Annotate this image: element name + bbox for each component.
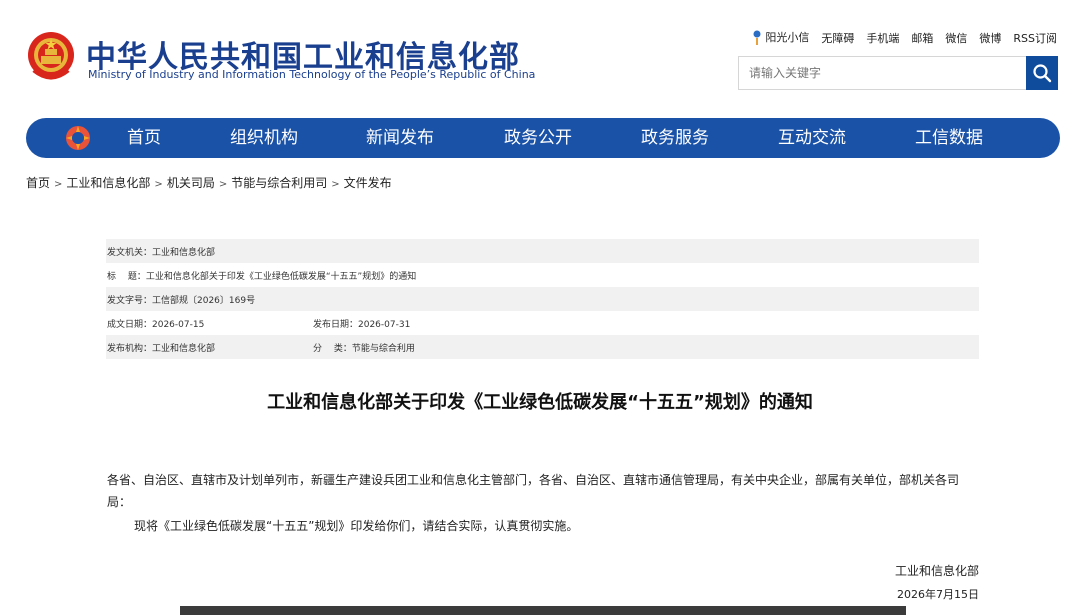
site-subtitle[interactable]: Ministry of Industry and Information Tec…	[88, 68, 535, 81]
attachment-viewer-toolbar[interactable]	[180, 606, 906, 615]
document-meta-table: 发文机关：工业和信息化部 标 题：工业和信息化部关于印发《工业绿色低碳发展“十五…	[106, 239, 979, 359]
article-title: 工业和信息化部关于印发《工业绿色低碳发展“十五五”规划》的通知	[267, 392, 813, 413]
meta-doc-no: 发文字号：工信部规〔2026〕169号	[107, 295, 256, 306]
search-input[interactable]	[739, 57, 1027, 89]
sunshine-mascot-icon	[753, 30, 761, 45]
breadcrumb-departments[interactable]: 机关司局	[167, 176, 215, 190]
breadcrumb-separator: >	[218, 179, 228, 190]
meta-publish-date: 发布日期：2026-07-31	[313, 319, 411, 330]
article-paragraph: 现将《工业绿色低碳发展“十五五”规划》印发给你们，请结合实际，认真贯彻实施。	[134, 519, 579, 533]
top-link-wechat[interactable]: 微信	[945, 30, 967, 46]
nav-item-home[interactable]: 首页	[118, 118, 170, 158]
breadcrumb: 首页 > 工业和信息化部 > 机关司局 > 节能与综合利用司 > 文件发布	[26, 174, 392, 191]
nav-item-organization[interactable]: 组织机构	[222, 118, 306, 158]
site-header: 中华人民共和国工业和信息化部 Ministry of Industry and …	[0, 0, 1080, 110]
meta-row-dates: 成文日期：2026-07-15 发布日期：2026-07-31	[106, 311, 979, 335]
nav-item-gov-services[interactable]: 政务服务	[633, 118, 717, 158]
breadcrumb-home[interactable]: 首页	[26, 176, 50, 190]
search-icon	[1033, 64, 1052, 83]
breadcrumb-separator: >	[331, 179, 340, 190]
nav-item-data[interactable]: 工信数据	[907, 118, 991, 158]
top-link-rss[interactable]: RSS订阅	[1013, 30, 1057, 46]
top-link-sunshine[interactable]: 阳光小信	[752, 29, 809, 46]
breadcrumb-department[interactable]: 节能与综合利用司	[231, 176, 327, 190]
national-emblem-icon[interactable]	[26, 30, 76, 84]
meta-row-title: 标 题：工业和信息化部关于印发《工业绿色低碳发展“十五五”规划》的通知	[106, 263, 979, 287]
top-link-accessibility[interactable]: 无障碍	[821, 30, 854, 46]
signature-date: 2026年7月15日	[897, 588, 979, 601]
article-body: 各省、自治区、直辖市及计划单列市，新疆生产建设兵团工业和信息化主管部门，各省、自…	[107, 469, 980, 537]
breadcrumb-separator: >	[54, 179, 63, 190]
breadcrumb-ministry[interactable]: 工业和信息化部	[66, 176, 150, 190]
nav-item-news[interactable]: 新闻发布	[358, 118, 442, 158]
top-link-label: 阳光小信	[765, 31, 810, 44]
article-salutation: 各省、自治区、直辖市及计划单列市，新疆生产建设兵团工业和信息化主管部门，各省、自…	[107, 473, 960, 509]
search-button[interactable]	[1026, 56, 1058, 90]
top-link-mobile[interactable]: 手机端	[866, 30, 899, 46]
meta-row-doc-no: 发文字号：工信部规〔2026〕169号	[106, 287, 979, 311]
meta-row-publisher: 发布机构：工业和信息化部 分 类：节能与综合利用	[106, 335, 979, 359]
meta-category: 分 类：节能与综合利用	[313, 343, 415, 354]
meta-title: 标 题：工业和信息化部关于印发《工业绿色低碳发展“十五五”规划》的通知	[107, 271, 417, 282]
meta-publisher: 发布机构：工业和信息化部	[107, 343, 216, 354]
nav-item-interaction[interactable]: 互动交流	[770, 118, 854, 158]
meta-issuer: 发文机关：工业和信息化部	[107, 247, 216, 258]
top-link-mail[interactable]: 邮箱	[911, 30, 933, 46]
nav-item-gov-affairs[interactable]: 政务公开	[496, 118, 580, 158]
main-nav: 首页 组织机构 新闻发布 政务公开 政务服务 互动交流 工信数据	[26, 118, 1060, 158]
miit-logo-icon[interactable]	[64, 124, 92, 152]
top-link-weibo[interactable]: 微博	[979, 30, 1001, 46]
meta-row-issuer: 发文机关：工业和信息化部	[106, 239, 979, 263]
meta-written-date: 成文日期：2026-07-15	[107, 319, 205, 330]
breadcrumb-separator: >	[154, 179, 163, 190]
top-links: 阳光小信 无障碍 手机端 邮箱 微信 微博 RSS订阅	[752, 29, 1057, 46]
breadcrumb-documents[interactable]: 文件发布	[344, 176, 392, 190]
signature-org: 工业和信息化部	[894, 564, 979, 578]
search-box	[738, 56, 1058, 90]
